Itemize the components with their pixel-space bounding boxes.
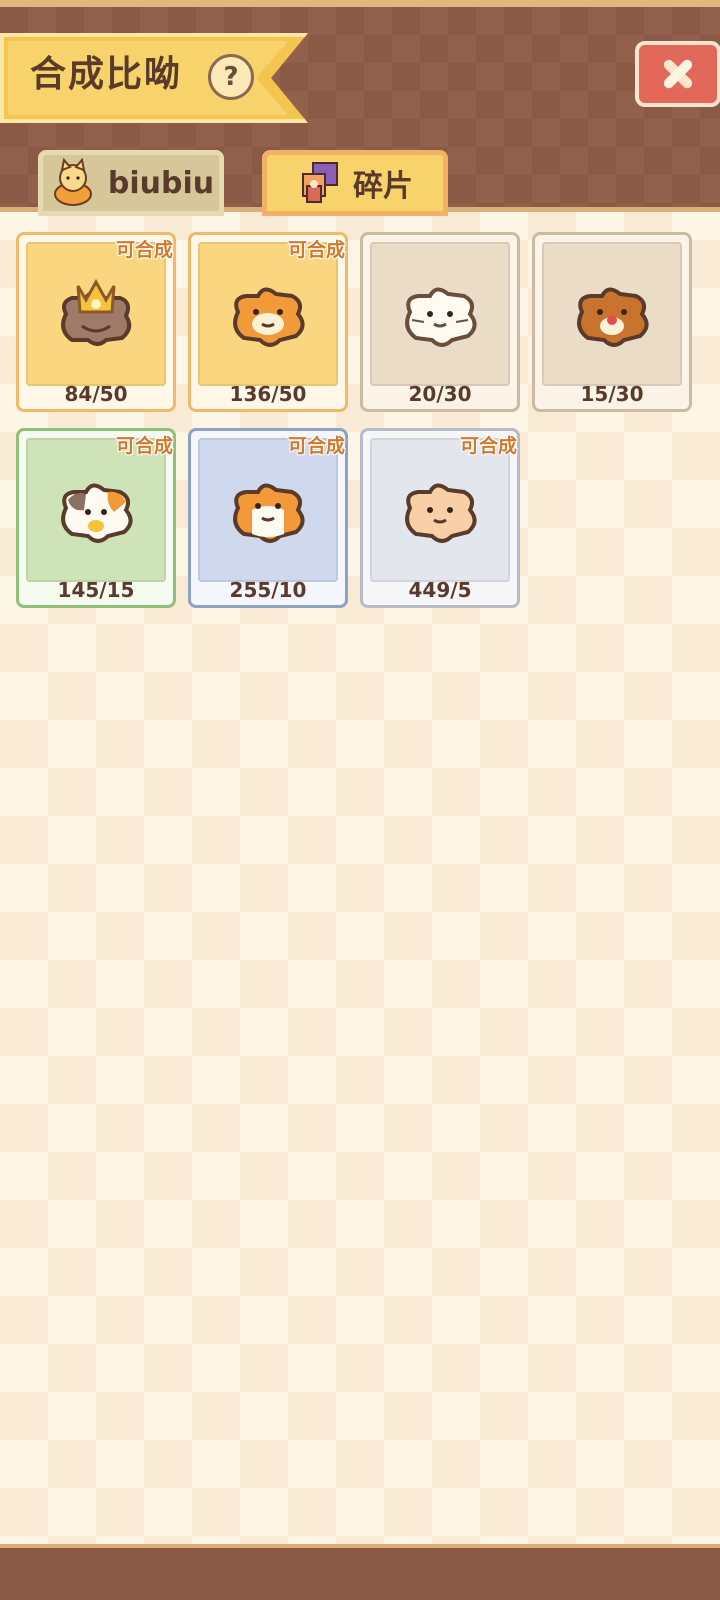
help-button[interactable]: ?	[208, 54, 254, 100]
fragment-card-3[interactable]: 15/30	[532, 232, 692, 412]
cream-cat-puzzle-icon	[405, 483, 477, 543]
card-image-area	[542, 242, 682, 386]
calico-cat-puzzle-icon	[61, 483, 133, 543]
close-button[interactable]	[635, 41, 720, 107]
card-image-area	[26, 242, 166, 386]
fragment-count: 15/30	[580, 382, 644, 406]
tab-biubiu-label: biubiu	[107, 165, 215, 201]
page-title: 合成比呦	[30, 54, 183, 95]
fragment-count: 449/5	[408, 578, 472, 602]
fragment-card-6[interactable]: 可合成 449/5	[360, 428, 520, 608]
can-synthesize-tag: 可合成	[287, 239, 345, 261]
card-image-area	[26, 438, 166, 582]
cat-icon	[53, 158, 92, 206]
fragment-card-1[interactable]: 可合成 136/50	[188, 232, 348, 412]
card-image-area	[370, 438, 510, 582]
fragment-card-2[interactable]: 20/30	[360, 232, 520, 412]
can-synthesize-tag: 可合成	[115, 239, 173, 261]
close-icon	[663, 59, 693, 89]
crowned-cat-puzzle-icon	[61, 278, 132, 346]
brown-cat-puzzle-icon	[577, 287, 649, 347]
bottom-bar	[0, 1544, 720, 1600]
orange-white-cat-puzzle-icon	[233, 483, 305, 543]
fragment-count: 20/30	[408, 382, 472, 406]
tab-fragments-label: 碎片	[353, 169, 413, 204]
can-synthesize-tag: 可合成	[287, 435, 345, 457]
tab-biubiu[interactable]: biubiu	[38, 150, 224, 216]
top-border	[0, 0, 720, 7]
orange-cat-puzzle-icon	[233, 287, 305, 347]
fragment-card-5[interactable]: 可合成 255/10	[188, 428, 348, 608]
fragment-count: 255/10	[229, 578, 307, 602]
fragment-card-0[interactable]: 可合成 84/50	[16, 232, 176, 412]
can-synthesize-tag: 可合成	[459, 435, 517, 457]
puzzle-icon	[302, 162, 338, 203]
tab-fragments[interactable]: 碎片	[262, 150, 448, 216]
header: 合成比呦 ? biubiu 碎片	[0, 7, 720, 216]
fragment-card-4[interactable]: 可合成 145/15	[16, 428, 176, 608]
fragment-count: 136/50	[229, 382, 307, 406]
fragment-count: 145/15	[57, 578, 135, 602]
card-image-area	[198, 242, 338, 386]
fragment-count: 84/50	[64, 382, 128, 406]
card-image-area	[198, 438, 338, 582]
white-cat-puzzle-icon	[405, 287, 477, 347]
card-image-area	[370, 242, 510, 386]
can-synthesize-tag: 可合成	[115, 435, 173, 457]
